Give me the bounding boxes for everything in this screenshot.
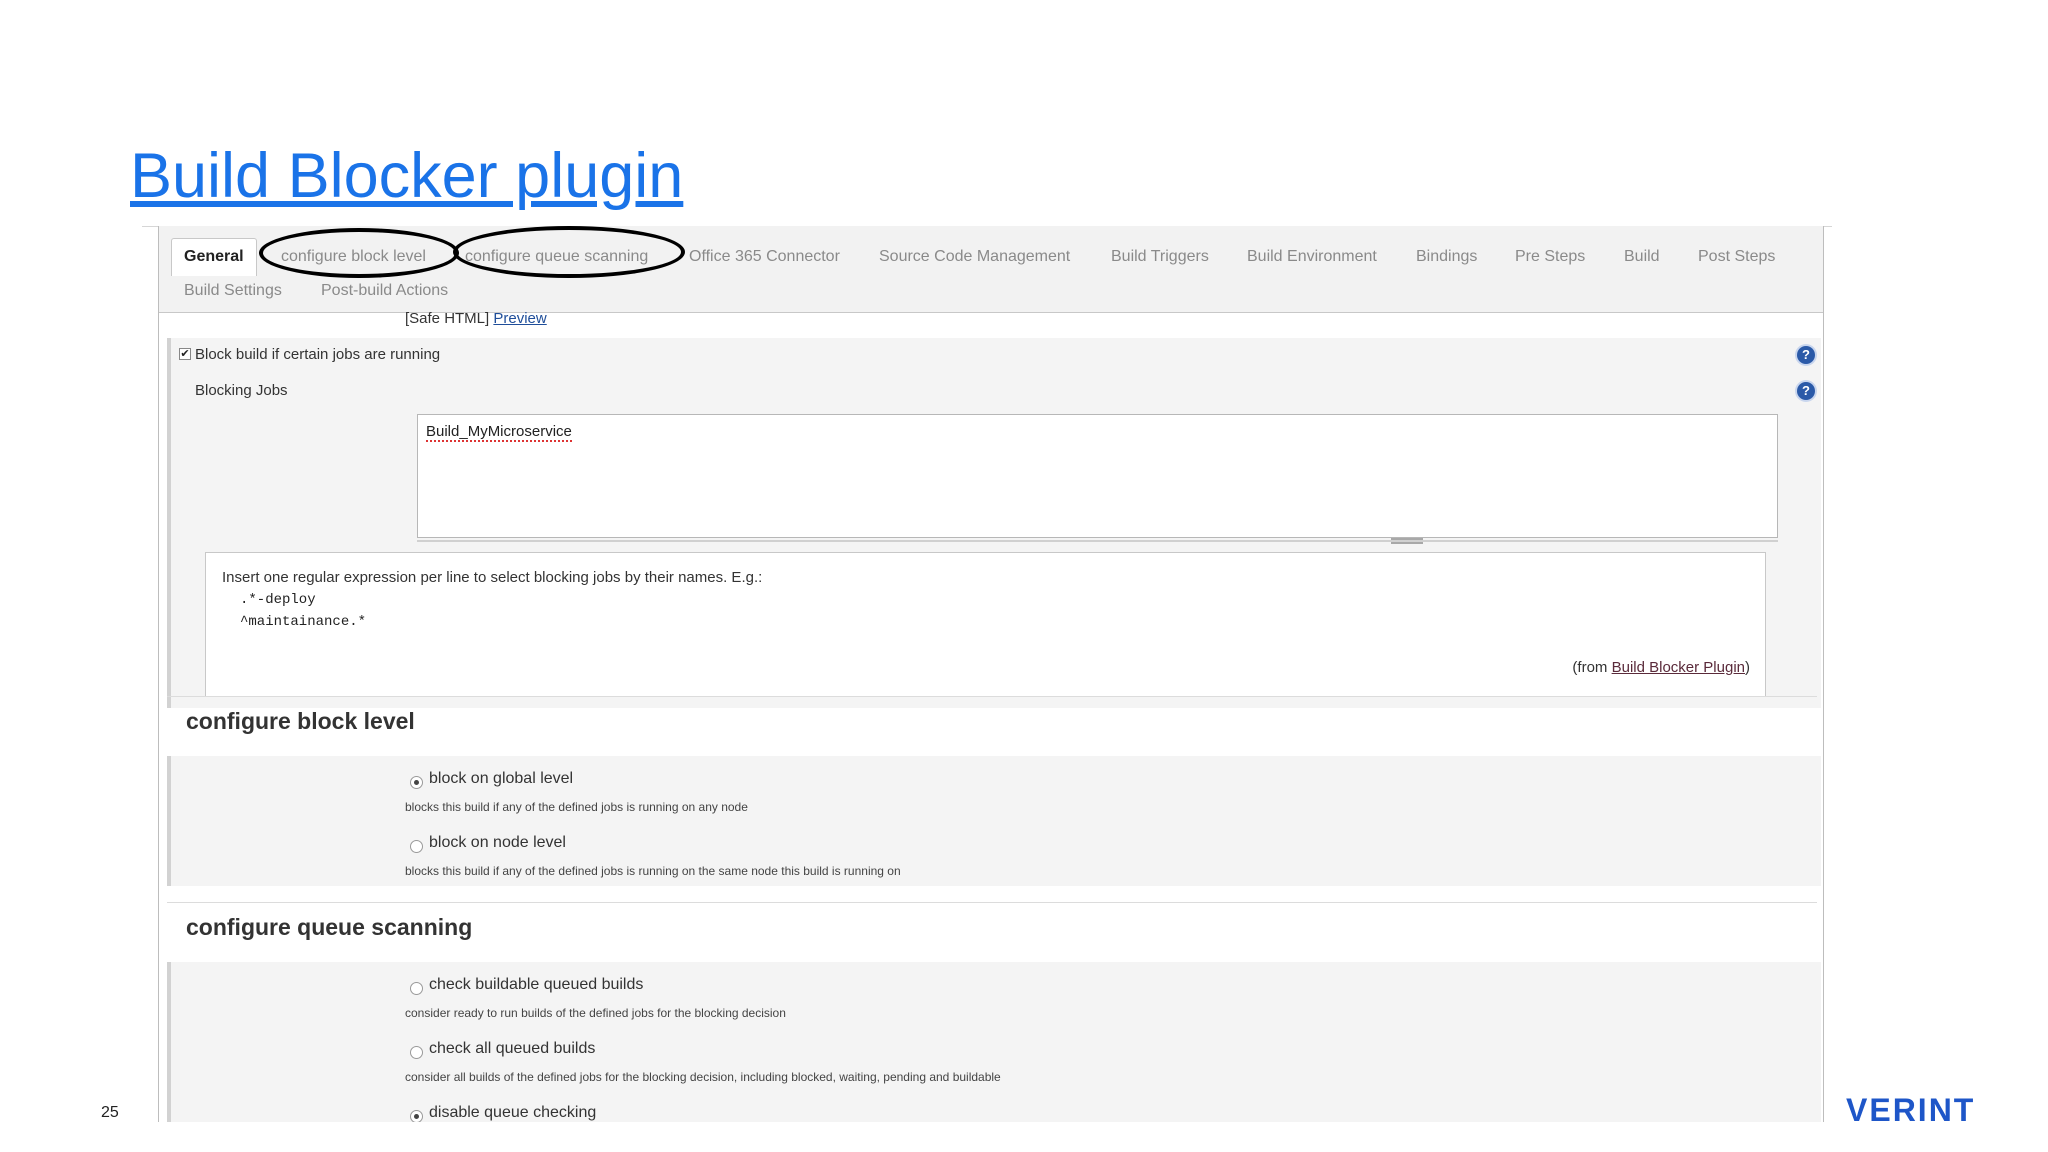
tab-post-build-actions[interactable]: Post-build Actions [321,282,448,300]
jenkins-config-screenshot: General configure block level configure … [142,226,1832,1122]
from-suffix: ) [1745,659,1750,676]
queue-scanning-section: check buildable queued builds consider r… [167,962,1821,1122]
job-config-panel: General configure block level configure … [158,226,1824,1122]
tab-build[interactable]: Build [1624,248,1660,266]
section-divider [167,902,1817,903]
config-tab-bar: General configure block level configure … [159,226,1823,313]
textarea-bottom-bar [417,540,1778,542]
verint-logo: VERINT [1846,1092,1976,1128]
question-mark-help-icon[interactable]: ? [1797,346,1815,364]
section-divider [167,696,1817,697]
block-level-heading: configure block level [186,708,415,734]
radio-check-buildable-label[interactable]: check buildable queued builds [429,976,643,994]
radio-block-node[interactable] [410,840,423,853]
page-number: 25 [101,1104,119,1121]
help-intro-text: Insert one regular expression per line t… [222,569,763,586]
block-build-checkbox-label: Block build if certain jobs are running [195,346,441,363]
radio-check-all-desc: consider all builds of the defined jobs … [405,1070,1001,1084]
radio-check-all[interactable] [410,1046,423,1059]
block-level-section: block on global level blocks this build … [167,756,1821,886]
preview-link[interactable]: Preview [493,310,546,327]
radio-check-all-label[interactable]: check all queued builds [429,1040,595,1058]
help-example-2: ^maintainance.* [240,614,367,630]
tab-bindings[interactable]: Bindings [1416,248,1477,266]
slide: Build Blocker plugin General configure b… [0,0,2048,1152]
help-source-note: (from Build Blocker Plugin) [1572,659,1750,676]
tab-configure-queue-scanning[interactable]: configure queue scanning [465,248,648,266]
block-build-section: ✔ Block build if certain jobs are runnin… [167,338,1821,708]
tab-build-triggers[interactable]: Build Triggers [1111,248,1209,266]
queue-scanning-heading: configure queue scanning [186,914,473,940]
tab-office-365-connector[interactable]: Office 365 Connector [689,248,840,266]
block-build-checkbox[interactable]: ✔ [179,348,191,360]
radio-block-global-label[interactable]: block on global level [429,770,573,788]
blocking-jobs-label: Blocking Jobs [195,382,288,399]
radio-disable-queue[interactable] [410,1110,423,1122]
radio-check-buildable-desc: consider ready to run builds of the defi… [405,1006,786,1020]
blocking-jobs-value: Build_MyMicroservice [426,423,572,442]
radio-block-global-desc: blocks this build if any of the defined … [405,800,748,814]
radio-block-node-desc: blocks this build if any of the defined … [405,864,901,878]
build-blocker-plugin-link[interactable]: Build Blocker Plugin [1612,659,1745,676]
from-prefix: (from [1572,659,1612,676]
radio-block-global[interactable] [410,776,423,789]
safe-html-note: [Safe HTML] Preview [405,310,547,327]
textarea-resize-handle[interactable] [1391,538,1423,544]
tab-source-code-management[interactable]: Source Code Management [879,248,1070,266]
tab-build-settings[interactable]: Build Settings [184,282,282,300]
radio-check-buildable[interactable] [410,982,423,995]
tab-configure-block-level[interactable]: configure block level [281,248,426,266]
safe-html-label: [Safe HTML] [405,310,490,327]
blocking-jobs-help-box: Insert one regular expression per line t… [205,552,1766,697]
radio-disable-queue-label[interactable]: disable queue checking [429,1104,596,1122]
tab-post-steps[interactable]: Post Steps [1698,248,1775,266]
radio-block-node-label[interactable]: block on node level [429,834,566,852]
help-example-1: .*-deploy [240,592,316,608]
tab-general[interactable]: General [171,238,257,276]
slide-title-link[interactable]: Build Blocker plugin [130,140,683,212]
tab-pre-steps[interactable]: Pre Steps [1515,248,1585,266]
tab-build-environment[interactable]: Build Environment [1247,248,1377,266]
blocking-jobs-textarea[interactable]: Build_MyMicroservice [417,414,1778,538]
question-mark-help-icon[interactable]: ? [1797,382,1815,400]
